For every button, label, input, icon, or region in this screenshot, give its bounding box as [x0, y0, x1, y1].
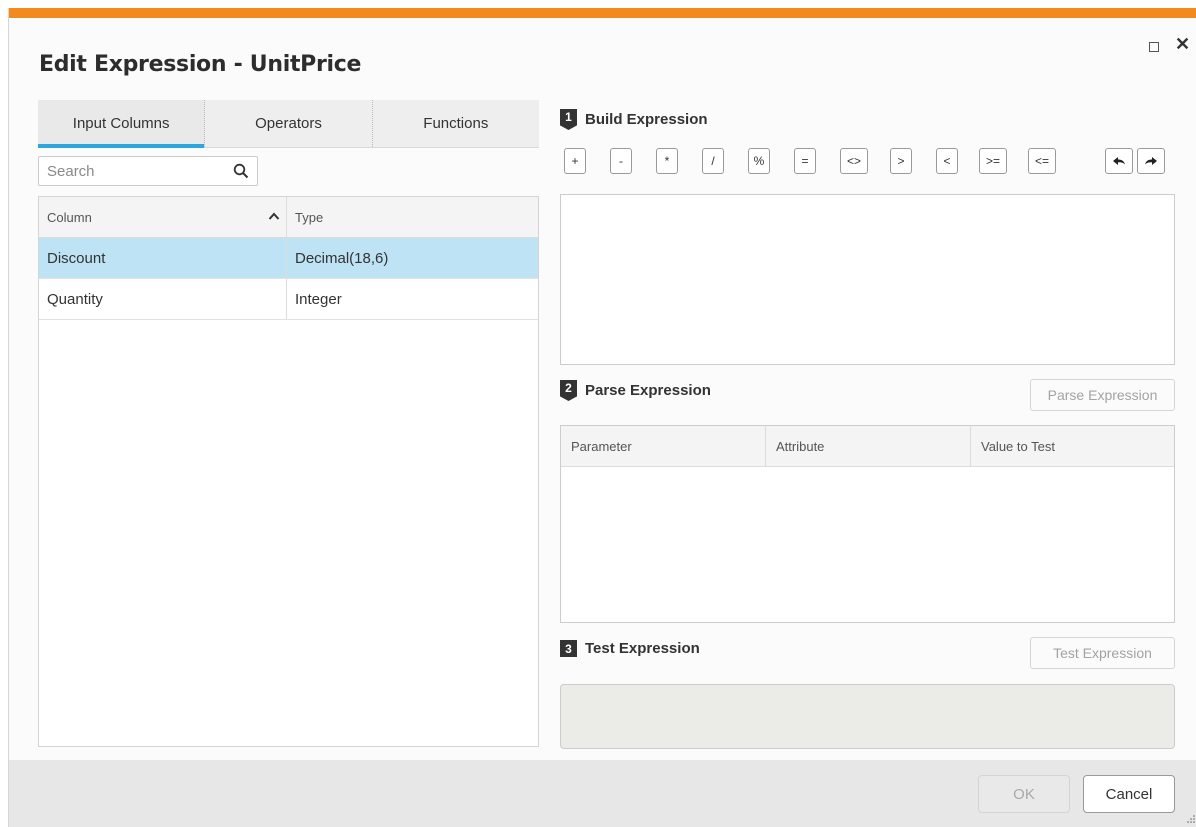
test-expression-title: Test Expression [585, 640, 700, 657]
column-header-value-to-test[interactable]: Value to Test [971, 426, 1174, 466]
table-row[interactable]: Discount Decimal(18,6) [39, 238, 538, 279]
column-header-parameter[interactable]: Parameter [561, 426, 766, 466]
dialog-footer: OK Cancel [9, 760, 1196, 827]
operator-plus-button[interactable]: + [564, 148, 586, 174]
parse-expression-title: Parse Expression [585, 382, 711, 399]
column-header-type[interactable]: Type [287, 197, 538, 237]
step-badge: 1 [560, 109, 577, 130]
redo-icon [1145, 157, 1157, 165]
operator-not-equal-button[interactable]: <> [840, 148, 868, 174]
cell-type: Integer [295, 290, 342, 308]
dialog-title: Edit Expression - UnitPrice [39, 52, 362, 77]
operator-multiply-button[interactable]: * [656, 148, 678, 174]
tab-input-columns[interactable]: Input Columns [38, 100, 206, 148]
operator-equals-button[interactable]: = [794, 148, 816, 174]
table-row[interactable]: Quantity Integer [39, 279, 538, 320]
table-header: Parameter Attribute Value to Test [561, 426, 1174, 467]
chevron-up-icon[interactable] [268, 211, 280, 221]
test-result-area [560, 684, 1175, 749]
cancel-button[interactable]: Cancel [1083, 775, 1175, 813]
ok-button[interactable]: OK [978, 775, 1070, 813]
close-icon[interactable]: ✕ [1175, 34, 1190, 55]
operator-modulo-button[interactable]: % [748, 148, 770, 174]
tab-operators[interactable]: Operators [205, 100, 373, 147]
step-badge: 2 [560, 380, 577, 401]
parse-expression-button[interactable]: Parse Expression [1030, 379, 1175, 411]
cell-type: Decimal(18,6) [295, 249, 389, 267]
operator-minus-button[interactable]: - [610, 148, 632, 174]
undo-button[interactable] [1105, 148, 1133, 174]
step-badge: 3 [560, 640, 577, 657]
build-expression-title: Build Expression [585, 111, 708, 128]
operator-divide-button[interactable]: / [702, 148, 724, 174]
build-expression-heading: 1 Build Expression [560, 109, 708, 130]
operator-greater-button[interactable]: > [890, 148, 912, 174]
operator-greater-equal-button[interactable]: >= [979, 148, 1007, 174]
cell-column: Quantity [39, 279, 287, 319]
cell-column: Discount [39, 238, 287, 278]
accent-bar [9, 8, 1196, 18]
table-header: Column Type [39, 197, 538, 238]
operator-less-equal-button[interactable]: <= [1028, 148, 1056, 174]
test-expression-heading: 3 Test Expression [560, 640, 700, 657]
undo-icon [1113, 157, 1125, 165]
maximize-icon[interactable] [1149, 42, 1159, 52]
input-columns-table: Column Type Discount Decimal(18,6) Quant… [38, 196, 539, 747]
search-field [38, 156, 258, 186]
edit-expression-dialog: Edit Expression - UnitPrice ✕ Input Colu… [8, 8, 1196, 827]
tab-functions[interactable]: Functions [373, 100, 539, 147]
search-input[interactable] [39, 157, 235, 185]
redo-button[interactable] [1137, 148, 1165, 174]
operator-less-button[interactable]: < [936, 148, 958, 174]
resize-grip-icon[interactable] [1187, 815, 1195, 823]
expression-editor[interactable] [560, 194, 1175, 365]
test-expression-button[interactable]: Test Expression [1030, 637, 1175, 669]
parameters-table: Parameter Attribute Value to Test [560, 425, 1175, 623]
column-header-column[interactable]: Column [39, 197, 287, 237]
search-icon[interactable] [233, 163, 249, 179]
operator-toolbar: + - * / % = <> > < >= <= [559, 148, 1175, 176]
parse-expression-heading: 2 Parse Expression [560, 380, 711, 401]
column-header-attribute[interactable]: Attribute [766, 426, 971, 466]
tab-bar: Input Columns Operators Functions [38, 100, 539, 148]
